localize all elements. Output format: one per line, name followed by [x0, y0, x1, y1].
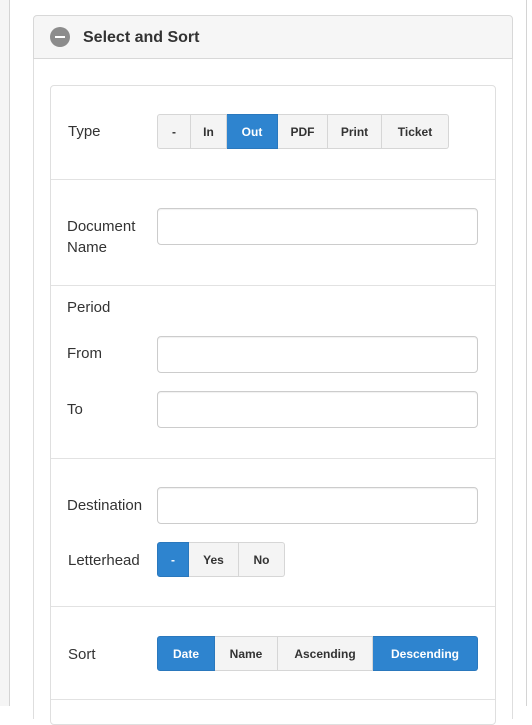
right-frame-border: [526, 0, 532, 706]
period-label: Period: [67, 299, 111, 316]
minus-circle-icon[interactable]: [50, 27, 70, 47]
letterhead-label: Letterhead: [68, 552, 140, 569]
letterhead-option-yes[interactable]: Yes: [189, 542, 239, 577]
to-label: To: [67, 401, 83, 418]
from-label: From: [67, 345, 102, 362]
type-option-print[interactable]: Print: [328, 114, 382, 149]
type-label: Type: [68, 123, 101, 140]
sort-button-group: Date Name Ascending Descending: [157, 636, 478, 671]
select-and-sort-header[interactable]: Select and Sort: [33, 15, 513, 59]
sort-option-name[interactable]: Name: [215, 636, 278, 671]
type-button-group: - In Out PDF Print Ticket: [157, 114, 449, 149]
type-option-pdf[interactable]: PDF: [278, 114, 328, 149]
type-option-none[interactable]: -: [157, 114, 191, 149]
section-divider: [51, 285, 495, 286]
sort-option-descending[interactable]: Descending: [373, 636, 478, 671]
type-option-ticket[interactable]: Ticket: [382, 114, 449, 149]
sort-option-ascending[interactable]: Ascending: [278, 636, 373, 671]
letterhead-option-no[interactable]: No: [239, 542, 285, 577]
section-divider: [51, 179, 495, 180]
left-frame-border: [0, 0, 10, 706]
section-divider: [51, 699, 495, 700]
destination-input[interactable]: [157, 487, 478, 524]
section-divider: [51, 458, 495, 459]
section-divider: [51, 606, 495, 607]
document-name-label-line2: Name: [67, 239, 108, 256]
type-option-in[interactable]: In: [191, 114, 227, 149]
sort-label: Sort: [68, 646, 96, 663]
document-name-label-line1: Document: [67, 218, 136, 235]
period-to-input[interactable]: [157, 391, 478, 428]
section-title: Select and Sort: [83, 29, 200, 46]
document-name-input[interactable]: [157, 208, 478, 245]
sort-option-date[interactable]: Date: [157, 636, 215, 671]
destination-label: Destination: [67, 497, 143, 514]
period-from-input[interactable]: [157, 336, 478, 373]
type-option-out[interactable]: Out: [227, 114, 278, 149]
letterhead-option-none[interactable]: -: [157, 542, 189, 577]
letterhead-button-group: - Yes No: [157, 542, 285, 577]
